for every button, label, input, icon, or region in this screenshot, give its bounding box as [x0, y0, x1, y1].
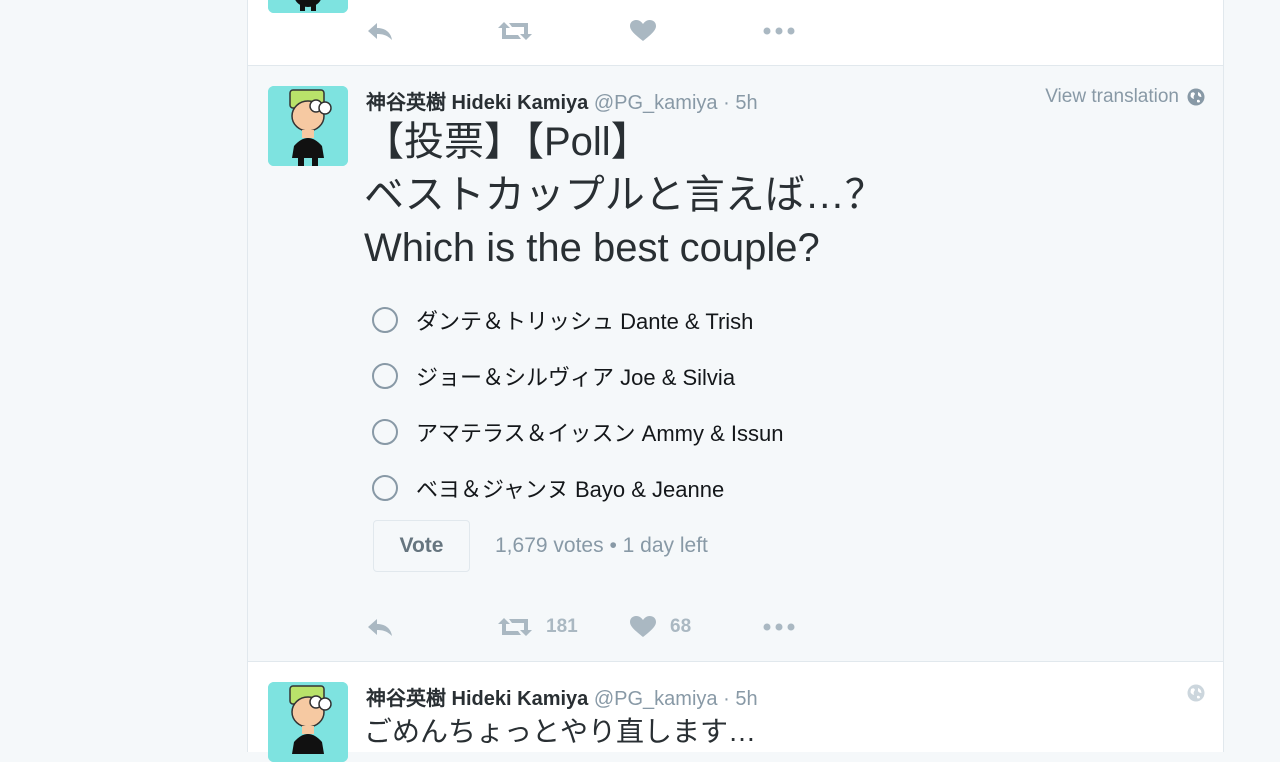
retweet-count: 181 — [546, 616, 578, 637]
globe-icon — [1187, 88, 1205, 106]
poll-tweet[interactable]: 神谷英樹 Hideki Kamiya @PG_kamiya · 5h View … — [248, 66, 1223, 662]
more-icon — [763, 623, 795, 631]
timeline: 神谷英樹 Hideki Kamiya @PG_kamiya · 5h View … — [247, 0, 1224, 762]
poll-choice[interactable]: アマテラス＆イッスン Ammy & Issun — [372, 404, 783, 460]
avatar[interactable] — [268, 86, 348, 166]
poll-choice[interactable]: ダンテ＆トリッシュ Dante & Trish — [372, 292, 783, 348]
bullet: • — [609, 534, 617, 557]
username[interactable]: @PG_kamiya — [594, 688, 718, 710]
poll-choice[interactable]: ベヨ＆ジャンヌ Bayo & Jeanne — [372, 460, 783, 516]
radio-button[interactable] — [372, 307, 398, 333]
poll-choices: ダンテ＆トリッシュ Dante & Trish ジョー＆シルヴィア Joe & … — [372, 292, 783, 516]
reply-button[interactable] — [366, 616, 394, 638]
tweet-text-line: 【投票】【Poll】 — [364, 120, 651, 164]
retweet-button[interactable] — [498, 20, 532, 42]
tweet-header: 神谷英樹 Hideki Kamiya @PG_kamiya · 5h — [366, 682, 758, 711]
poll-meta: 1,679 votes • 1 day left — [495, 534, 708, 558]
reply-icon — [368, 23, 392, 40]
poll-choice[interactable]: ジョー＆シルヴィア Joe & Silvia — [372, 348, 783, 404]
avatar[interactable] — [268, 682, 348, 762]
time-left: 1 day left — [622, 534, 708, 557]
fullname[interactable]: 神谷英樹 Hideki Kamiya — [366, 688, 588, 710]
like-button[interactable]: 68 — [630, 616, 691, 638]
poll-footer: Vote 1,679 votes • 1 day left — [373, 520, 708, 572]
retweet-button[interactable]: 181 — [498, 616, 578, 638]
more-button[interactable] — [763, 26, 795, 36]
vote-button[interactable]: Vote — [373, 520, 470, 572]
timestamp[interactable]: 5h — [735, 688, 757, 710]
retweet-icon — [498, 22, 532, 40]
tweet-header: 神谷英樹 Hideki Kamiya @PG_kamiya · 5h — [366, 86, 758, 115]
poll-choice-label[interactable]: アマテラス＆イッスン Ammy & Issun — [416, 416, 783, 448]
avatar[interactable] — [268, 0, 348, 13]
retweet-icon — [498, 618, 532, 636]
poll-choice-label[interactable]: ベヨ＆ジャンヌ Bayo & Jeanne — [416, 472, 724, 504]
radio-button[interactable] — [372, 419, 398, 445]
globe-icon[interactable] — [1187, 684, 1205, 702]
reply-icon — [368, 619, 392, 636]
heart-icon — [630, 20, 656, 41]
poll-choice-label[interactable]: ダンテ＆トリッシュ Dante & Trish — [416, 304, 753, 336]
tweet-text-line: ベストカップルと言えば…？ — [364, 173, 885, 217]
timestamp[interactable]: 5h — [735, 92, 757, 114]
tweet-text-line: Which is the best couple? — [364, 226, 820, 270]
fullname[interactable]: 神谷英樹 Hideki Kamiya — [366, 92, 588, 114]
vote-count: 1,679 votes — [495, 534, 604, 557]
username[interactable]: @PG_kamiya — [594, 92, 718, 114]
separator: · — [723, 688, 730, 710]
more-icon — [763, 27, 795, 35]
reply-button[interactable] — [366, 20, 394, 42]
radio-button[interactable] — [372, 475, 398, 501]
view-translation-link[interactable]: View translation — [1045, 86, 1205, 108]
next-tweet[interactable]: 神谷英樹 Hideki Kamiya @PG_kamiya · 5h ごめんちょ… — [248, 662, 1223, 762]
radio-button[interactable] — [372, 363, 398, 389]
heart-icon — [630, 616, 656, 637]
poll-choice-label[interactable]: ジョー＆シルヴィア Joe & Silvia — [416, 360, 735, 392]
view-translation-label[interactable]: View translation — [1045, 86, 1179, 108]
like-count: 68 — [670, 616, 692, 637]
like-button[interactable] — [630, 20, 656, 42]
separator: · — [723, 92, 730, 114]
previous-tweet[interactable] — [248, 0, 1223, 66]
tweet-text: ごめんちょっとやり直します… — [364, 716, 757, 747]
tweet-text: 【投票】【Poll】 ベストカップルと言えば…？ Which is the be… — [364, 116, 885, 275]
more-button[interactable] — [763, 622, 795, 632]
